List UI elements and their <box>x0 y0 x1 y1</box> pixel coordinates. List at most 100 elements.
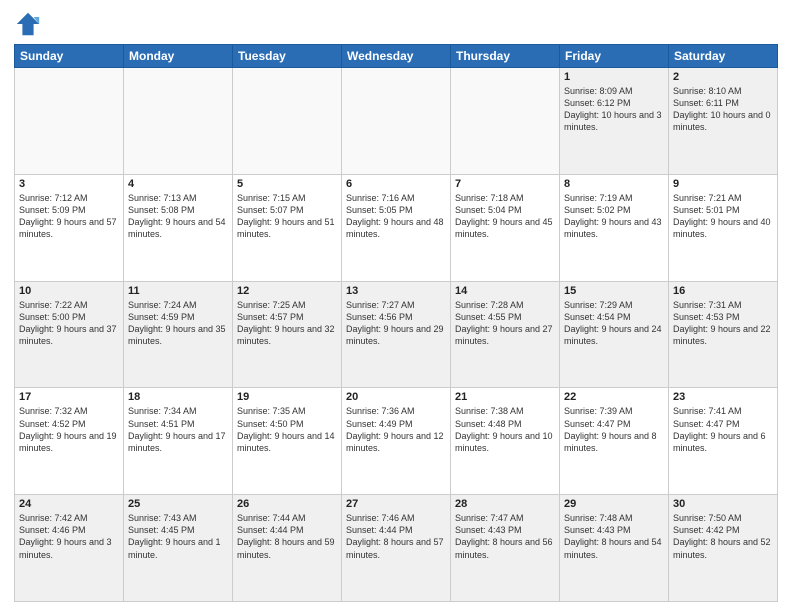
day-info: Sunrise: 7:48 AM Sunset: 4:43 PM Dayligh… <box>564 512 664 561</box>
logo-icon <box>14 10 42 38</box>
day-info: Sunrise: 7:46 AM Sunset: 4:44 PM Dayligh… <box>346 512 446 561</box>
day-number: 3 <box>19 178 119 190</box>
week-row-0: 1Sunrise: 8:09 AM Sunset: 6:12 PM Daylig… <box>15 68 778 175</box>
day-cell: 22Sunrise: 7:39 AM Sunset: 4:47 PM Dayli… <box>560 388 669 495</box>
week-row-4: 24 Sunrise: 7:42 AM Sunset: 4:46 PM Dayli… <box>15 495 778 602</box>
day-info: Sunrise: 7:27 AM Sunset: 4:56 PM Dayligh… <box>346 299 446 348</box>
day-number: 22 <box>564 391 664 403</box>
day-info: Sunrise: 7:50 AM Sunset: 4:42 PM Dayligh… <box>673 512 773 561</box>
day-info: Sunrise: 7:16 AM Sunset: 5:05 PM Dayligh… <box>346 192 446 241</box>
day-cell: 18 Sunrise: 7:34 AM Sunset: 4:51 PM Dayli… <box>124 388 233 495</box>
day-info: Sunrise: 7:13 AM Sunset: 5:08 PM Dayligh… <box>128 192 228 241</box>
day-info: Sunrise: 7:12 AM Sunset: 5:09 PM Dayligh… <box>19 192 119 241</box>
day-number: 18 <box>128 391 228 403</box>
day-cell: 30 Sunrise: 7:50 AM Sunset: 4:42 PM Dayli… <box>669 495 778 602</box>
day-cell: 13Sunrise: 7:27 AM Sunset: 4:56 PM Dayli… <box>342 281 451 388</box>
weekday-header-tuesday: Tuesday <box>233 45 342 68</box>
day-info: Sunrise: 7:38 AM Sunset: 4:48 PM Dayligh… <box>455 405 555 454</box>
day-number: 28 <box>455 498 555 510</box>
day-cell <box>233 68 342 175</box>
day-info: Sunrise: 7:34 AM Sunset: 4:51 PM Dayligh… <box>128 405 228 454</box>
weekday-header-friday: Friday <box>560 45 669 68</box>
weekday-header-thursday: Thursday <box>451 45 560 68</box>
day-cell: 17 Sunrise: 7:32 AM Sunset: 4:52 PM Dayli… <box>15 388 124 495</box>
page: SundayMondayTuesdayWednesdayThursdayFrid… <box>0 0 792 612</box>
day-info: Sunrise: 7:44 AM Sunset: 4:44 PM Dayligh… <box>237 512 337 561</box>
day-cell: 10 Sunrise: 7:22 AM Sunset: 5:00 PM Dayli… <box>15 281 124 388</box>
day-number: 9 <box>673 178 773 190</box>
day-info: Sunrise: 7:36 AM Sunset: 4:49 PM Dayligh… <box>346 405 446 454</box>
day-cell: 8 Sunrise: 7:19 AM Sunset: 5:02 PM Daylig… <box>560 174 669 281</box>
day-cell: 23 Sunrise: 7:41 AM Sunset: 4:47 PM Dayli… <box>669 388 778 495</box>
week-row-2: 10 Sunrise: 7:22 AM Sunset: 5:00 PM Dayli… <box>15 281 778 388</box>
day-info: Sunrise: 7:15 AM Sunset: 5:07 PM Dayligh… <box>237 192 337 241</box>
day-info: Sunrise: 7:43 AM Sunset: 4:45 PM Dayligh… <box>128 512 228 561</box>
day-cell: 21 Sunrise: 7:38 AM Sunset: 4:48 PM Dayli… <box>451 388 560 495</box>
day-number: 1 <box>564 71 664 83</box>
day-info: Sunrise: 7:21 AM Sunset: 5:01 PM Dayligh… <box>673 192 773 241</box>
day-number: 10 <box>19 285 119 297</box>
day-cell: 12 Sunrise: 7:25 AM Sunset: 4:57 PM Dayli… <box>233 281 342 388</box>
day-number: 14 <box>455 285 555 297</box>
day-cell <box>124 68 233 175</box>
day-cell: 24 Sunrise: 7:42 AM Sunset: 4:46 PM Dayli… <box>15 495 124 602</box>
day-number: 20 <box>346 391 446 403</box>
day-cell: 7 Sunrise: 7:18 AM Sunset: 5:04 PM Daylig… <box>451 174 560 281</box>
day-number: 19 <box>237 391 337 403</box>
day-cell: 2 Sunrise: 8:10 AM Sunset: 6:11 PM Daylig… <box>669 68 778 175</box>
day-cell: 15Sunrise: 7:29 AM Sunset: 4:54 PM Dayli… <box>560 281 669 388</box>
day-info: Sunrise: 7:25 AM Sunset: 4:57 PM Dayligh… <box>237 299 337 348</box>
week-row-1: 3 Sunrise: 7:12 AM Sunset: 5:09 PM Daylig… <box>15 174 778 281</box>
day-cell: 27 Sunrise: 7:46 AM Sunset: 4:44 PM Dayli… <box>342 495 451 602</box>
day-info: Sunrise: 7:24 AM Sunset: 4:59 PM Dayligh… <box>128 299 228 348</box>
day-info: Sunrise: 7:42 AM Sunset: 4:46 PM Dayligh… <box>19 512 119 561</box>
day-cell: 14Sunrise: 7:28 AM Sunset: 4:55 PM Dayli… <box>451 281 560 388</box>
day-cell: 20 Sunrise: 7:36 AM Sunset: 4:49 PM Dayli… <box>342 388 451 495</box>
day-info: Sunrise: 7:29 AM Sunset: 4:54 PM Dayligh… <box>564 299 664 348</box>
weekday-header-wednesday: Wednesday <box>342 45 451 68</box>
day-info: Sunrise: 7:35 AM Sunset: 4:50 PM Dayligh… <box>237 405 337 454</box>
day-number: 17 <box>19 391 119 403</box>
day-number: 21 <box>455 391 555 403</box>
day-number: 5 <box>237 178 337 190</box>
day-number: 29 <box>564 498 664 510</box>
day-number: 7 <box>455 178 555 190</box>
day-cell: 1Sunrise: 8:09 AM Sunset: 6:12 PM Daylig… <box>560 68 669 175</box>
day-number: 8 <box>564 178 664 190</box>
day-cell: 9 Sunrise: 7:21 AM Sunset: 5:01 PM Daylig… <box>669 174 778 281</box>
day-number: 26 <box>237 498 337 510</box>
day-info: Sunrise: 7:19 AM Sunset: 5:02 PM Dayligh… <box>564 192 664 241</box>
day-number: 6 <box>346 178 446 190</box>
day-info: Sunrise: 7:41 AM Sunset: 4:47 PM Dayligh… <box>673 405 773 454</box>
week-row-3: 17 Sunrise: 7:32 AM Sunset: 4:52 PM Dayli… <box>15 388 778 495</box>
day-number: 11 <box>128 285 228 297</box>
day-number: 27 <box>346 498 446 510</box>
day-cell <box>451 68 560 175</box>
day-cell: 28 Sunrise: 7:47 AM Sunset: 4:43 PM Dayli… <box>451 495 560 602</box>
day-cell: 11 Sunrise: 7:24 AM Sunset: 4:59 PM Dayli… <box>124 281 233 388</box>
day-cell <box>15 68 124 175</box>
day-number: 23 <box>673 391 773 403</box>
day-number: 12 <box>237 285 337 297</box>
day-info: Sunrise: 8:10 AM Sunset: 6:11 PM Dayligh… <box>673 85 773 134</box>
day-number: 25 <box>128 498 228 510</box>
weekday-header-saturday: Saturday <box>669 45 778 68</box>
day-number: 30 <box>673 498 773 510</box>
day-number: 2 <box>673 71 773 83</box>
day-cell: 6 Sunrise: 7:16 AM Sunset: 5:05 PM Daylig… <box>342 174 451 281</box>
day-cell: 29 Sunrise: 7:48 AM Sunset: 4:43 PM Dayli… <box>560 495 669 602</box>
day-number: 4 <box>128 178 228 190</box>
day-info: Sunrise: 7:18 AM Sunset: 5:04 PM Dayligh… <box>455 192 555 241</box>
logo <box>14 10 46 38</box>
day-info: Sunrise: 7:22 AM Sunset: 5:00 PM Dayligh… <box>19 299 119 348</box>
day-cell: 4 Sunrise: 7:13 AM Sunset: 5:08 PM Daylig… <box>124 174 233 281</box>
weekday-header-row: SundayMondayTuesdayWednesdayThursdayFrid… <box>15 45 778 68</box>
weekday-header-sunday: Sunday <box>15 45 124 68</box>
day-number: 24 <box>19 498 119 510</box>
calendar: SundayMondayTuesdayWednesdayThursdayFrid… <box>14 44 778 602</box>
day-info: Sunrise: 7:32 AM Sunset: 4:52 PM Dayligh… <box>19 405 119 454</box>
day-cell: 25 Sunrise: 7:43 AM Sunset: 4:45 PM Dayli… <box>124 495 233 602</box>
day-cell <box>342 68 451 175</box>
day-cell: 3 Sunrise: 7:12 AM Sunset: 5:09 PM Daylig… <box>15 174 124 281</box>
day-info: Sunrise: 7:47 AM Sunset: 4:43 PM Dayligh… <box>455 512 555 561</box>
